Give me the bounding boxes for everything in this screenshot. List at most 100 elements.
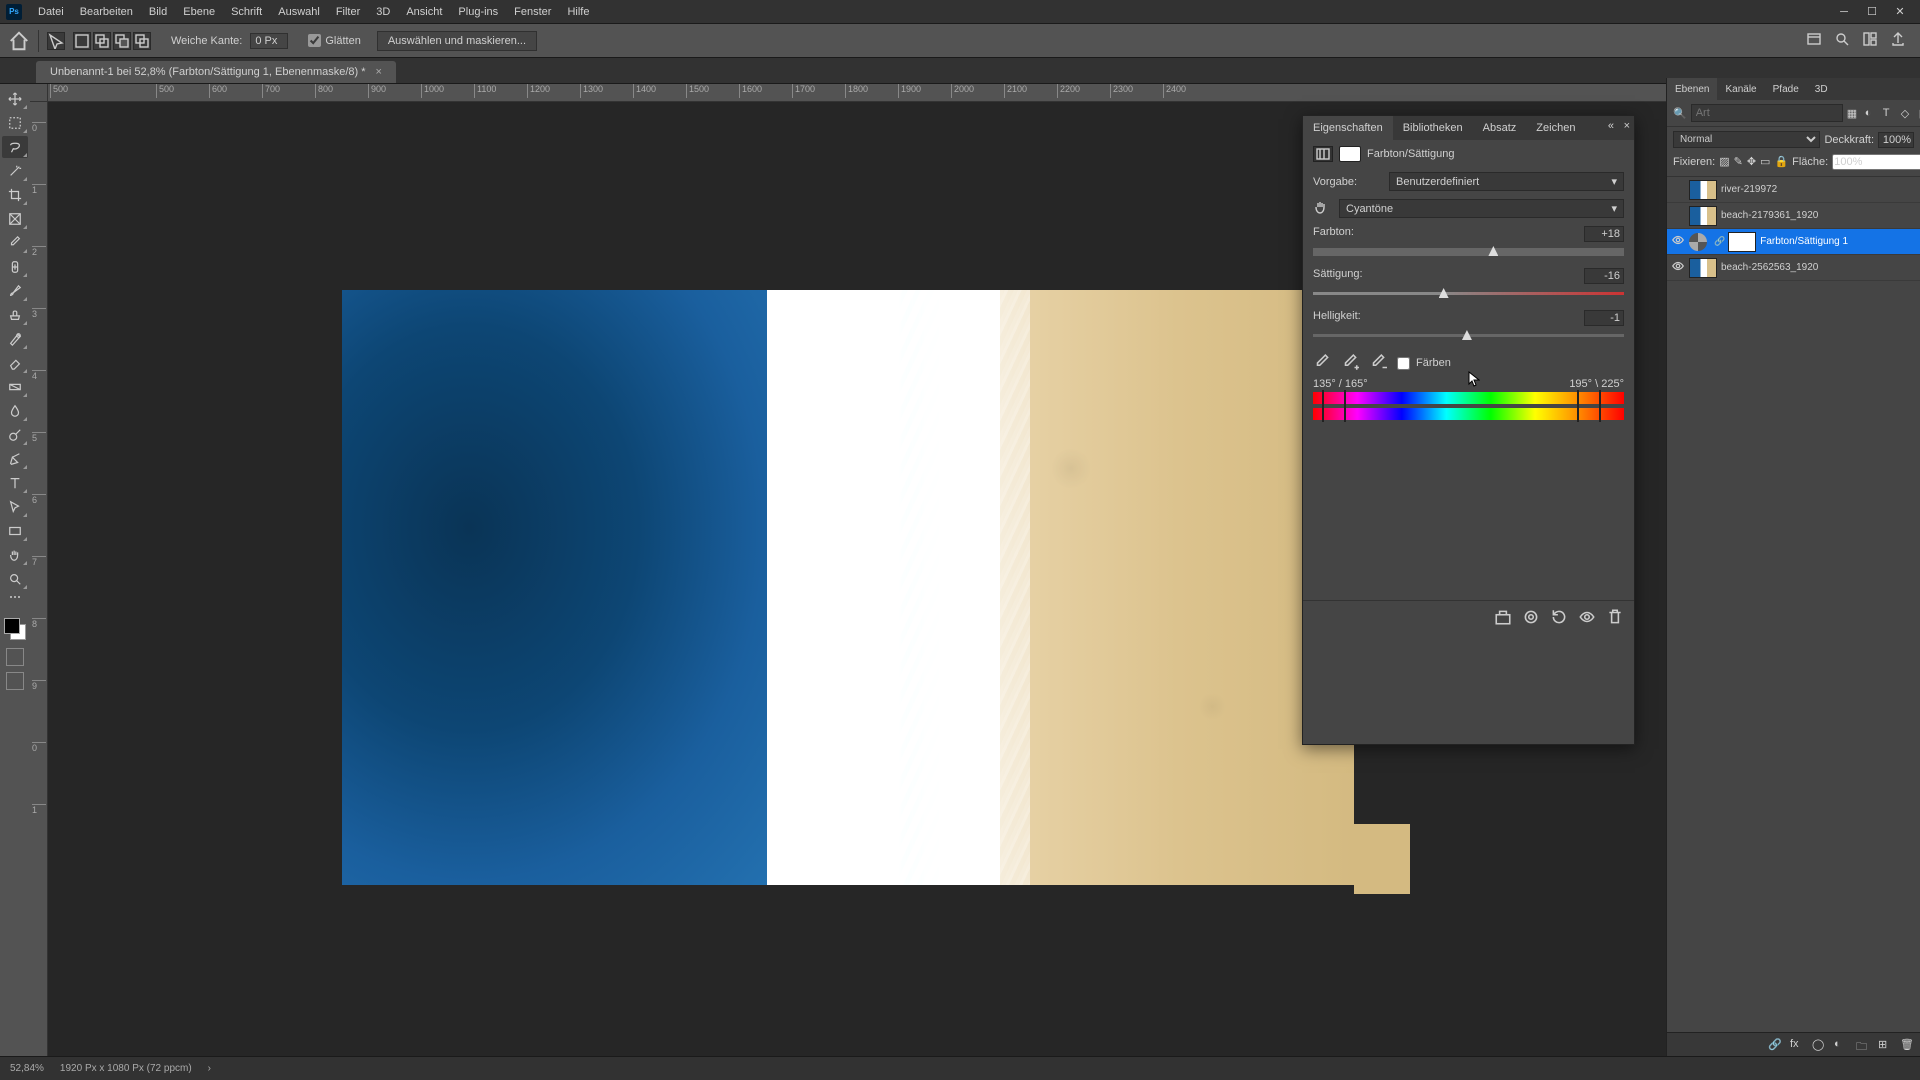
magic-wand-tool[interactable] [2,160,28,182]
layer-thumbnail[interactable] [1689,206,1717,226]
window-maximize[interactable]: ☐ [1858,5,1886,18]
menu-filter[interactable]: Filter [328,6,368,18]
edit-toolbar[interactable] [5,596,25,610]
selection-intersect-icon[interactable] [133,32,151,50]
blur-tool[interactable] [2,400,28,422]
ruler-origin[interactable] [30,84,48,102]
window-close[interactable]: ✕ [1886,5,1914,18]
menu-edit[interactable]: Bearbeiten [72,6,141,18]
saturation-value-input[interactable] [1584,268,1624,284]
zoom-tool[interactable] [2,568,28,590]
layer-name[interactable]: river-219972 [1721,184,1920,195]
hue-slider[interactable] [1313,246,1624,256]
layer-mask-icon[interactable]: ◯ [1812,1038,1826,1052]
blend-mode-dropdown[interactable]: Normal [1673,131,1820,148]
tool-preset-icon[interactable] [47,32,65,50]
channel-dropdown[interactable]: Cyantöne▾ [1339,199,1624,218]
reset-icon[interactable] [1550,609,1568,625]
menu-layer[interactable]: Ebene [175,6,223,18]
frame-tool[interactable] [2,208,28,230]
menu-type[interactable]: Schrift [223,6,270,18]
share-icon[interactable] [1890,31,1906,50]
menu-3d[interactable]: 3D [368,6,398,18]
lightness-slider[interactable] [1313,330,1624,340]
healing-brush-tool[interactable] [2,256,28,278]
saturation-slider[interactable] [1313,288,1624,298]
clip-to-layer-icon[interactable] [1494,609,1512,625]
vertical-ruler[interactable]: 012345678901 [30,102,48,1056]
lock-image-icon[interactable]: ✎ [1734,155,1743,169]
filter-adjustment-icon[interactable]: ◐ [1865,107,1879,120]
color-swatches[interactable] [4,618,26,640]
lasso-tool[interactable] [2,136,28,158]
layer-thumbnail[interactable] [1689,180,1717,200]
layer-mask-thumb[interactable] [1728,232,1756,252]
layer-row[interactable]: river-219972 [1667,177,1920,203]
visibility-toggle[interactable] [1667,233,1689,250]
tab-channels[interactable]: Kanäle [1717,78,1764,100]
preset-dropdown[interactable]: Benutzerdefiniert▾ [1389,172,1624,191]
link-layers-icon[interactable]: 🔗 [1768,1038,1782,1052]
close-panel-icon[interactable]: × [1624,120,1630,132]
new-adjustment-icon[interactable]: ◐ [1834,1038,1848,1052]
fill-input[interactable] [1832,154,1920,170]
tab-3d[interactable]: 3D [1807,78,1836,100]
select-and-mask-button[interactable]: Auswählen und maskieren... [377,31,537,51]
lock-artboard-icon[interactable]: ▭ [1760,155,1770,169]
menu-view[interactable]: Ansicht [398,6,450,18]
screen-mode-toggle[interactable] [6,672,24,690]
layer-name[interactable]: Farbton/Sättigung 1 [1760,236,1920,247]
close-tab-icon[interactable]: × [376,66,382,78]
menu-plugins[interactable]: Plug-ins [450,6,506,18]
tab-paragraph[interactable]: Absatz [1473,116,1527,140]
path-selection-tool[interactable] [2,496,28,518]
tab-properties[interactable]: Eigenschaften [1303,116,1393,140]
filter-shape-icon[interactable]: ◇ [1901,107,1915,120]
layer-name[interactable]: beach-2562563_1920 [1721,262,1920,273]
eyedropper-tool[interactable] [2,232,28,254]
workspace-icon[interactable] [1862,31,1878,50]
move-tool[interactable] [2,88,28,110]
layer-row[interactable]: beach-2562563_1920 [1667,255,1920,281]
toggle-visibility-icon[interactable] [1578,609,1596,625]
document-canvas[interactable] [342,290,1354,885]
filter-type-icon[interactable]: T [1883,107,1897,120]
antialias-checkbox[interactable]: Glätten [308,34,360,47]
hand-tool[interactable] [2,544,28,566]
pen-tool[interactable] [2,448,28,470]
lock-position-icon[interactable]: ✥ [1747,155,1756,169]
document-info[interactable]: 1920 Px x 1080 Px (72 ppcm) [60,1063,192,1074]
menu-window[interactable]: Fenster [506,6,559,18]
menu-select[interactable]: Auswahl [270,6,328,18]
zoom-level[interactable]: 52,84% [10,1063,44,1074]
layer-row[interactable]: beach-2179361_1920 [1667,203,1920,229]
hue-value-input[interactable] [1584,226,1624,242]
selection-new-icon[interactable] [73,32,91,50]
layer-style-icon[interactable]: fx [1790,1038,1804,1052]
visibility-toggle[interactable] [1667,259,1689,276]
feather-input[interactable] [250,33,288,49]
colorize-checkbox[interactable]: Färben [1397,357,1451,370]
cloud-docs-icon[interactable] [1806,31,1822,50]
crop-tool[interactable] [2,184,28,206]
new-group-icon[interactable]: 🗀 [1856,1038,1870,1052]
document-tab[interactable]: Unbenannt-1 bei 52,8% (Farbton/Sättigung… [36,61,396,83]
home-button[interactable] [8,30,30,52]
quick-mask-toggle[interactable] [6,648,24,666]
selection-subtract-icon[interactable] [113,32,131,50]
collapse-panel-icon[interactable]: « [1608,120,1614,132]
layer-filter-input[interactable] [1691,104,1843,122]
window-minimize[interactable]: ─ [1830,6,1858,18]
tab-character[interactable]: Zeichen [1526,116,1585,140]
rectangle-tool[interactable] [2,520,28,542]
layer-row[interactable]: 🔗Farbton/Sättigung 1 [1667,229,1920,255]
clone-stamp-tool[interactable] [2,304,28,326]
status-chevron-icon[interactable]: › [208,1063,211,1074]
horizontal-ruler[interactable]: 5005006007008009001000110012001300140015… [48,84,1920,102]
dodge-tool[interactable] [2,424,28,446]
menu-help[interactable]: Hilfe [559,6,597,18]
type-tool[interactable] [2,472,28,494]
lock-all-icon[interactable]: 🔒 [1774,155,1788,169]
tab-libraries[interactable]: Bibliotheken [1393,116,1473,140]
eyedropper-subtract-icon[interactable] [1369,354,1387,372]
